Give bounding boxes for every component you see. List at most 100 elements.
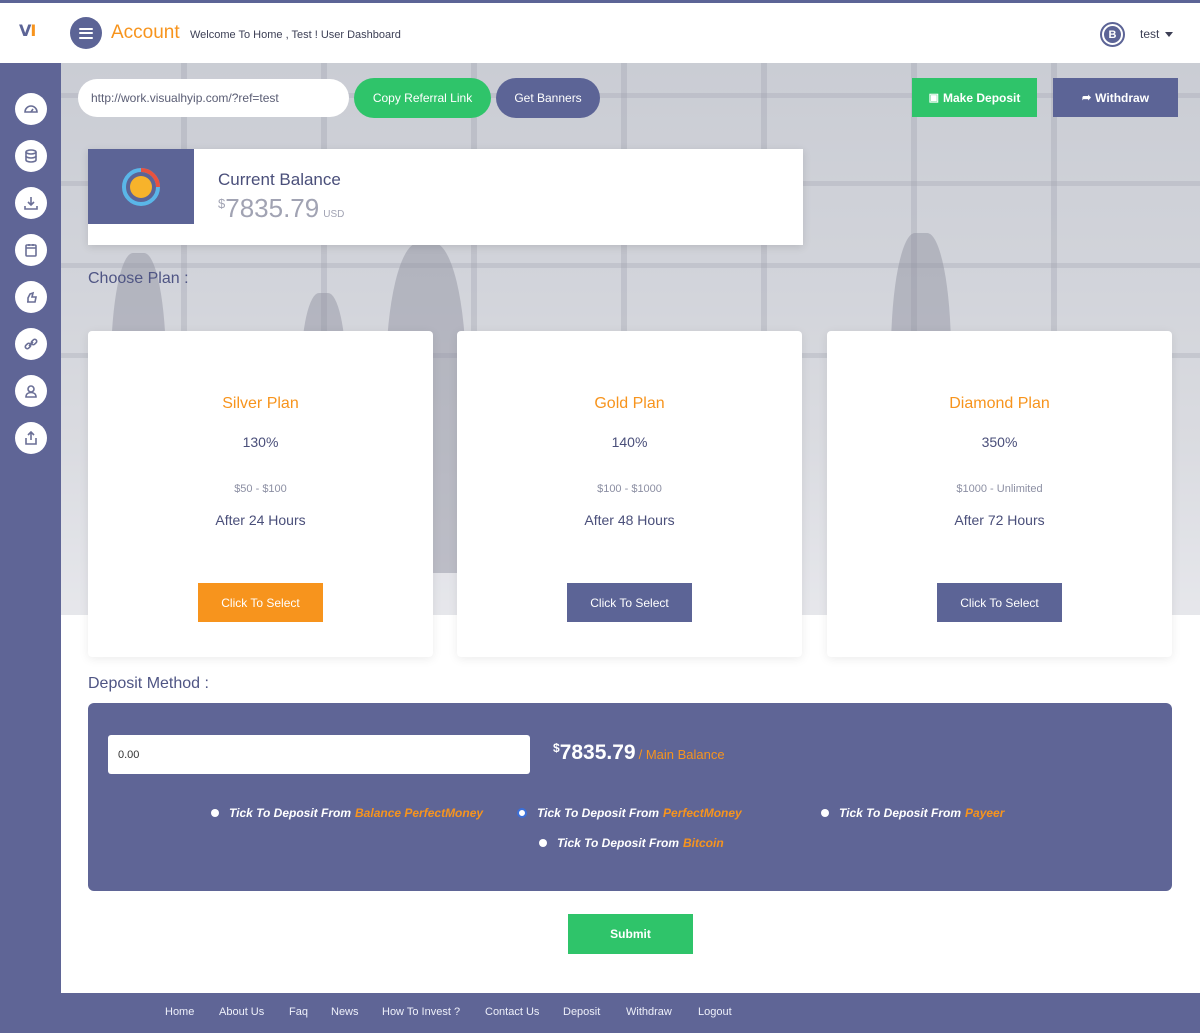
username: test xyxy=(1140,27,1160,41)
share-icon xyxy=(25,430,37,445)
footer-link-how-to-invest[interactable]: How To Invest ? xyxy=(382,1006,460,1018)
hamburger-icon xyxy=(79,27,93,39)
footer-link-deposit[interactable]: Deposit xyxy=(563,1006,600,1018)
deposit-option-perfectmoney[interactable]: Tick To Deposit From PerfectMoney xyxy=(517,806,742,820)
option-prefix: Tick To Deposit From xyxy=(839,806,962,820)
footer-link-about[interactable]: About Us xyxy=(219,1006,264,1018)
plan-card-silver: Silver Plan 130% $50 - $100 After 24 Hou… xyxy=(88,331,433,657)
footer-link-news[interactable]: News xyxy=(331,1006,359,1018)
plan-range: $1000 - Unlimited xyxy=(956,483,1043,495)
withdraw-button[interactable]: ➦ Withdraw xyxy=(1053,78,1178,117)
briefcase-icon: ▣ xyxy=(928,92,940,104)
share-arrow-icon: ➦ xyxy=(1081,92,1092,104)
main-balance-label: / Main Balance xyxy=(638,747,725,762)
dashboard-gauge-icon xyxy=(24,105,38,113)
option-source: Payeer xyxy=(965,806,1005,820)
option-prefix: Tick To Deposit From xyxy=(557,836,680,850)
sidebar-item-referral[interactable] xyxy=(15,328,47,360)
link-icon xyxy=(24,338,38,350)
footer-link-logout[interactable]: Logout xyxy=(698,1006,732,1018)
currency-symbol: $ xyxy=(218,196,226,211)
bitcoin-icon[interactable]: B xyxy=(1100,22,1125,47)
user-icon xyxy=(25,385,37,398)
deposit-method-panel: $7835.79/ Main Balance Tick To Deposit F… xyxy=(88,703,1172,891)
plan-term: After 48 Hours xyxy=(584,512,675,528)
currency-symbol: $ xyxy=(553,741,560,755)
top-bar: VI Account Welcome To Home , Test ! User… xyxy=(0,0,1200,63)
sidebar-item-dashboard[interactable] xyxy=(15,93,47,125)
footer-link-home[interactable]: Home xyxy=(165,1006,194,1018)
pie-chart-icon xyxy=(122,167,160,206)
submit-button[interactable]: Submit xyxy=(568,914,693,954)
deposit-option-bitcoin[interactable]: Tick To Deposit From Bitcoin xyxy=(539,836,724,850)
plan-percent: 140% xyxy=(611,434,648,450)
referral-link-input[interactable] xyxy=(78,79,349,117)
footer-link-withdraw[interactable]: Withdraw xyxy=(626,1006,672,1018)
radio-button[interactable] xyxy=(821,809,829,817)
plan-percent: 130% xyxy=(242,434,279,450)
radio-button[interactable] xyxy=(539,839,547,847)
option-prefix: Tick To Deposit From xyxy=(537,806,660,820)
user-menu[interactable]: test xyxy=(1140,27,1174,41)
option-prefix: Tick To Deposit From xyxy=(229,806,352,820)
download-icon xyxy=(24,197,38,210)
sidebar-item-database[interactable] xyxy=(15,140,47,172)
sidebar-item-share[interactable] xyxy=(15,422,47,454)
chevron-down-icon xyxy=(1165,32,1174,38)
option-source: Balance PerfectMoney xyxy=(355,806,484,820)
calendar-icon xyxy=(25,244,37,257)
current-balance-label: Current Balance xyxy=(218,170,341,189)
sidebar-item-profile[interactable] xyxy=(15,375,47,407)
hand-icon xyxy=(27,291,37,303)
withdraw-label: Withdraw xyxy=(1095,90,1150,105)
make-deposit-label: Make Deposit xyxy=(943,90,1021,105)
balance-value: 7835.79 xyxy=(225,193,320,223)
bitcoin-glyph: B xyxy=(1104,26,1121,43)
radio-button[interactable] xyxy=(211,809,219,817)
main-balance-value: 7835.79 xyxy=(559,741,636,764)
sidebar-item-calendar[interactable] xyxy=(15,234,47,266)
plan-name: Silver Plan xyxy=(222,395,299,412)
get-banners-button[interactable]: Get Banners xyxy=(496,78,600,118)
select-silver-plan-button[interactable]: Click To Select xyxy=(198,583,323,622)
plan-name: Gold Plan xyxy=(594,395,665,412)
make-deposit-button[interactable]: ▣ Make Deposit xyxy=(912,78,1037,117)
radio-button-selected[interactable] xyxy=(517,808,527,818)
option-source: Bitcoin xyxy=(683,836,724,850)
choose-plan-heading: Choose Plan : xyxy=(88,270,189,287)
deposit-option-balance-perfectmoney[interactable]: Tick To Deposit From Balance PerfectMoney xyxy=(211,806,483,820)
footer-link-contact[interactable]: Contact Us xyxy=(485,1006,539,1018)
plan-term: After 24 Hours xyxy=(215,512,306,528)
sidebar-item-download[interactable] xyxy=(15,187,47,219)
deposit-option-payeer[interactable]: Tick To Deposit From Payeer xyxy=(821,806,1004,820)
footer: Home About Us Faq News How To Invest ? C… xyxy=(0,993,1200,1033)
menu-toggle-button[interactable] xyxy=(70,17,102,49)
balance-unit: USD xyxy=(323,209,345,220)
page-title: Account xyxy=(111,22,180,43)
sidebar xyxy=(0,63,61,993)
database-icon xyxy=(25,149,37,163)
plan-range: $100 - $1000 xyxy=(597,483,662,495)
current-balance-amount: $7835.79 USD xyxy=(218,193,344,224)
balance-icon-box xyxy=(88,149,194,224)
copy-referral-link-button[interactable]: Copy Referral Link xyxy=(354,78,491,118)
deposit-method-heading: Deposit Method : xyxy=(88,675,209,692)
plan-card-gold: Gold Plan 140% $100 - $1000 After 48 Hou… xyxy=(457,331,802,657)
footer-link-faq[interactable]: Faq xyxy=(289,1006,308,1018)
welcome-text: Welcome To Home , Test ! User Dashboard xyxy=(190,29,401,41)
plan-card-diamond: Diamond Plan 350% $1000 - Unlimited Afte… xyxy=(827,331,1172,657)
logo-i: I xyxy=(30,21,36,40)
current-balance-card: Current Balance $7835.79 USD xyxy=(88,149,803,245)
select-gold-plan-button[interactable]: Click To Select xyxy=(567,583,692,622)
plan-term: After 72 Hours xyxy=(954,512,1045,528)
logo[interactable]: VI xyxy=(19,21,36,40)
main-balance: $7835.79/ Main Balance xyxy=(553,741,725,765)
plan-name: Diamond Plan xyxy=(949,395,1050,412)
plan-range: $50 - $100 xyxy=(234,483,287,495)
sidebar-item-invest[interactable] xyxy=(15,281,47,313)
plan-percent: 350% xyxy=(981,434,1018,450)
option-source: PerfectMoney xyxy=(663,806,742,820)
select-diamond-plan-button[interactable]: Click To Select xyxy=(937,583,1062,622)
logo-v: V xyxy=(19,21,31,40)
deposit-amount-input[interactable] xyxy=(108,735,530,774)
